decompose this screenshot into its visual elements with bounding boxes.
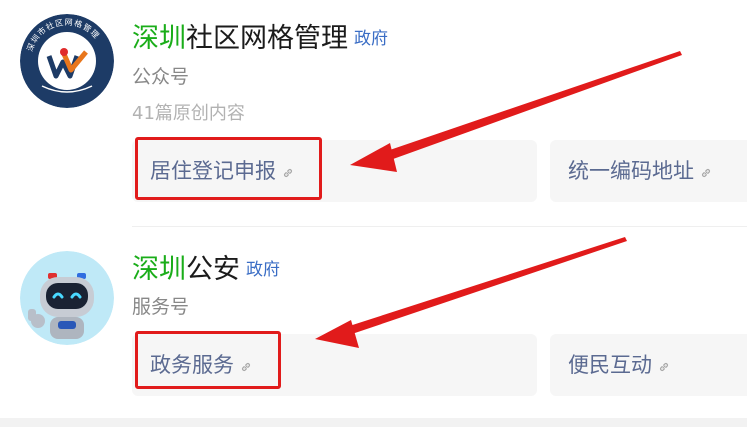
menu-label: 政务服务 <box>150 353 234 377</box>
government-tag: 政府 <box>246 260 280 280</box>
link-icon <box>241 362 251 372</box>
account-name-rest: 社区网格管理 <box>186 23 348 54</box>
account-type: 公众号 <box>132 66 190 88</box>
government-tag: 政府 <box>354 29 388 49</box>
account-card-police[interactable]: 深圳公安 政府 服务号 政务服务 便民互动 <box>0 226 747 416</box>
account-name[interactable]: 深圳社区网格管理 政府 <box>132 22 388 56</box>
account-name[interactable]: 深圳公安 政府 <box>132 253 280 287</box>
menu-unified-address-code[interactable]: 统一编码地址 <box>550 140 747 202</box>
menu-label: 便民互动 <box>568 353 652 377</box>
bottom-separator <box>0 418 747 427</box>
account-name-rest: 公安 <box>186 254 240 285</box>
account-type: 服务号 <box>132 296 190 318</box>
avatar-community-grid-logo[interactable]: 深圳市社区网格管理 <box>20 14 114 108</box>
avatar-police-robot[interactable] <box>20 251 114 345</box>
link-icon <box>659 362 669 372</box>
account-name-highlight: 深圳 <box>132 254 186 285</box>
link-icon <box>701 168 711 178</box>
menu-government-services[interactable]: 政务服务 <box>132 334 537 396</box>
account-name-highlight: 深圳 <box>132 23 186 54</box>
link-icon <box>283 168 293 178</box>
search-results-page: 深圳市社区网格管理 深圳社区网格管理 政府 公众号 41篇原创内容 居住登记申报 … <box>0 0 747 427</box>
original-content-count: 41篇原创内容 <box>132 103 245 124</box>
menu-label: 居住登记申报 <box>150 159 276 183</box>
menu-convenience-interaction[interactable]: 便民互动 <box>550 334 747 396</box>
menu-label: 统一编码地址 <box>568 159 694 183</box>
account-card-community-grid[interactable]: 深圳市社区网格管理 深圳社区网格管理 政府 公众号 41篇原创内容 居住登记申报 … <box>0 0 747 226</box>
menu-residence-registration[interactable]: 居住登记申报 <box>132 140 537 202</box>
